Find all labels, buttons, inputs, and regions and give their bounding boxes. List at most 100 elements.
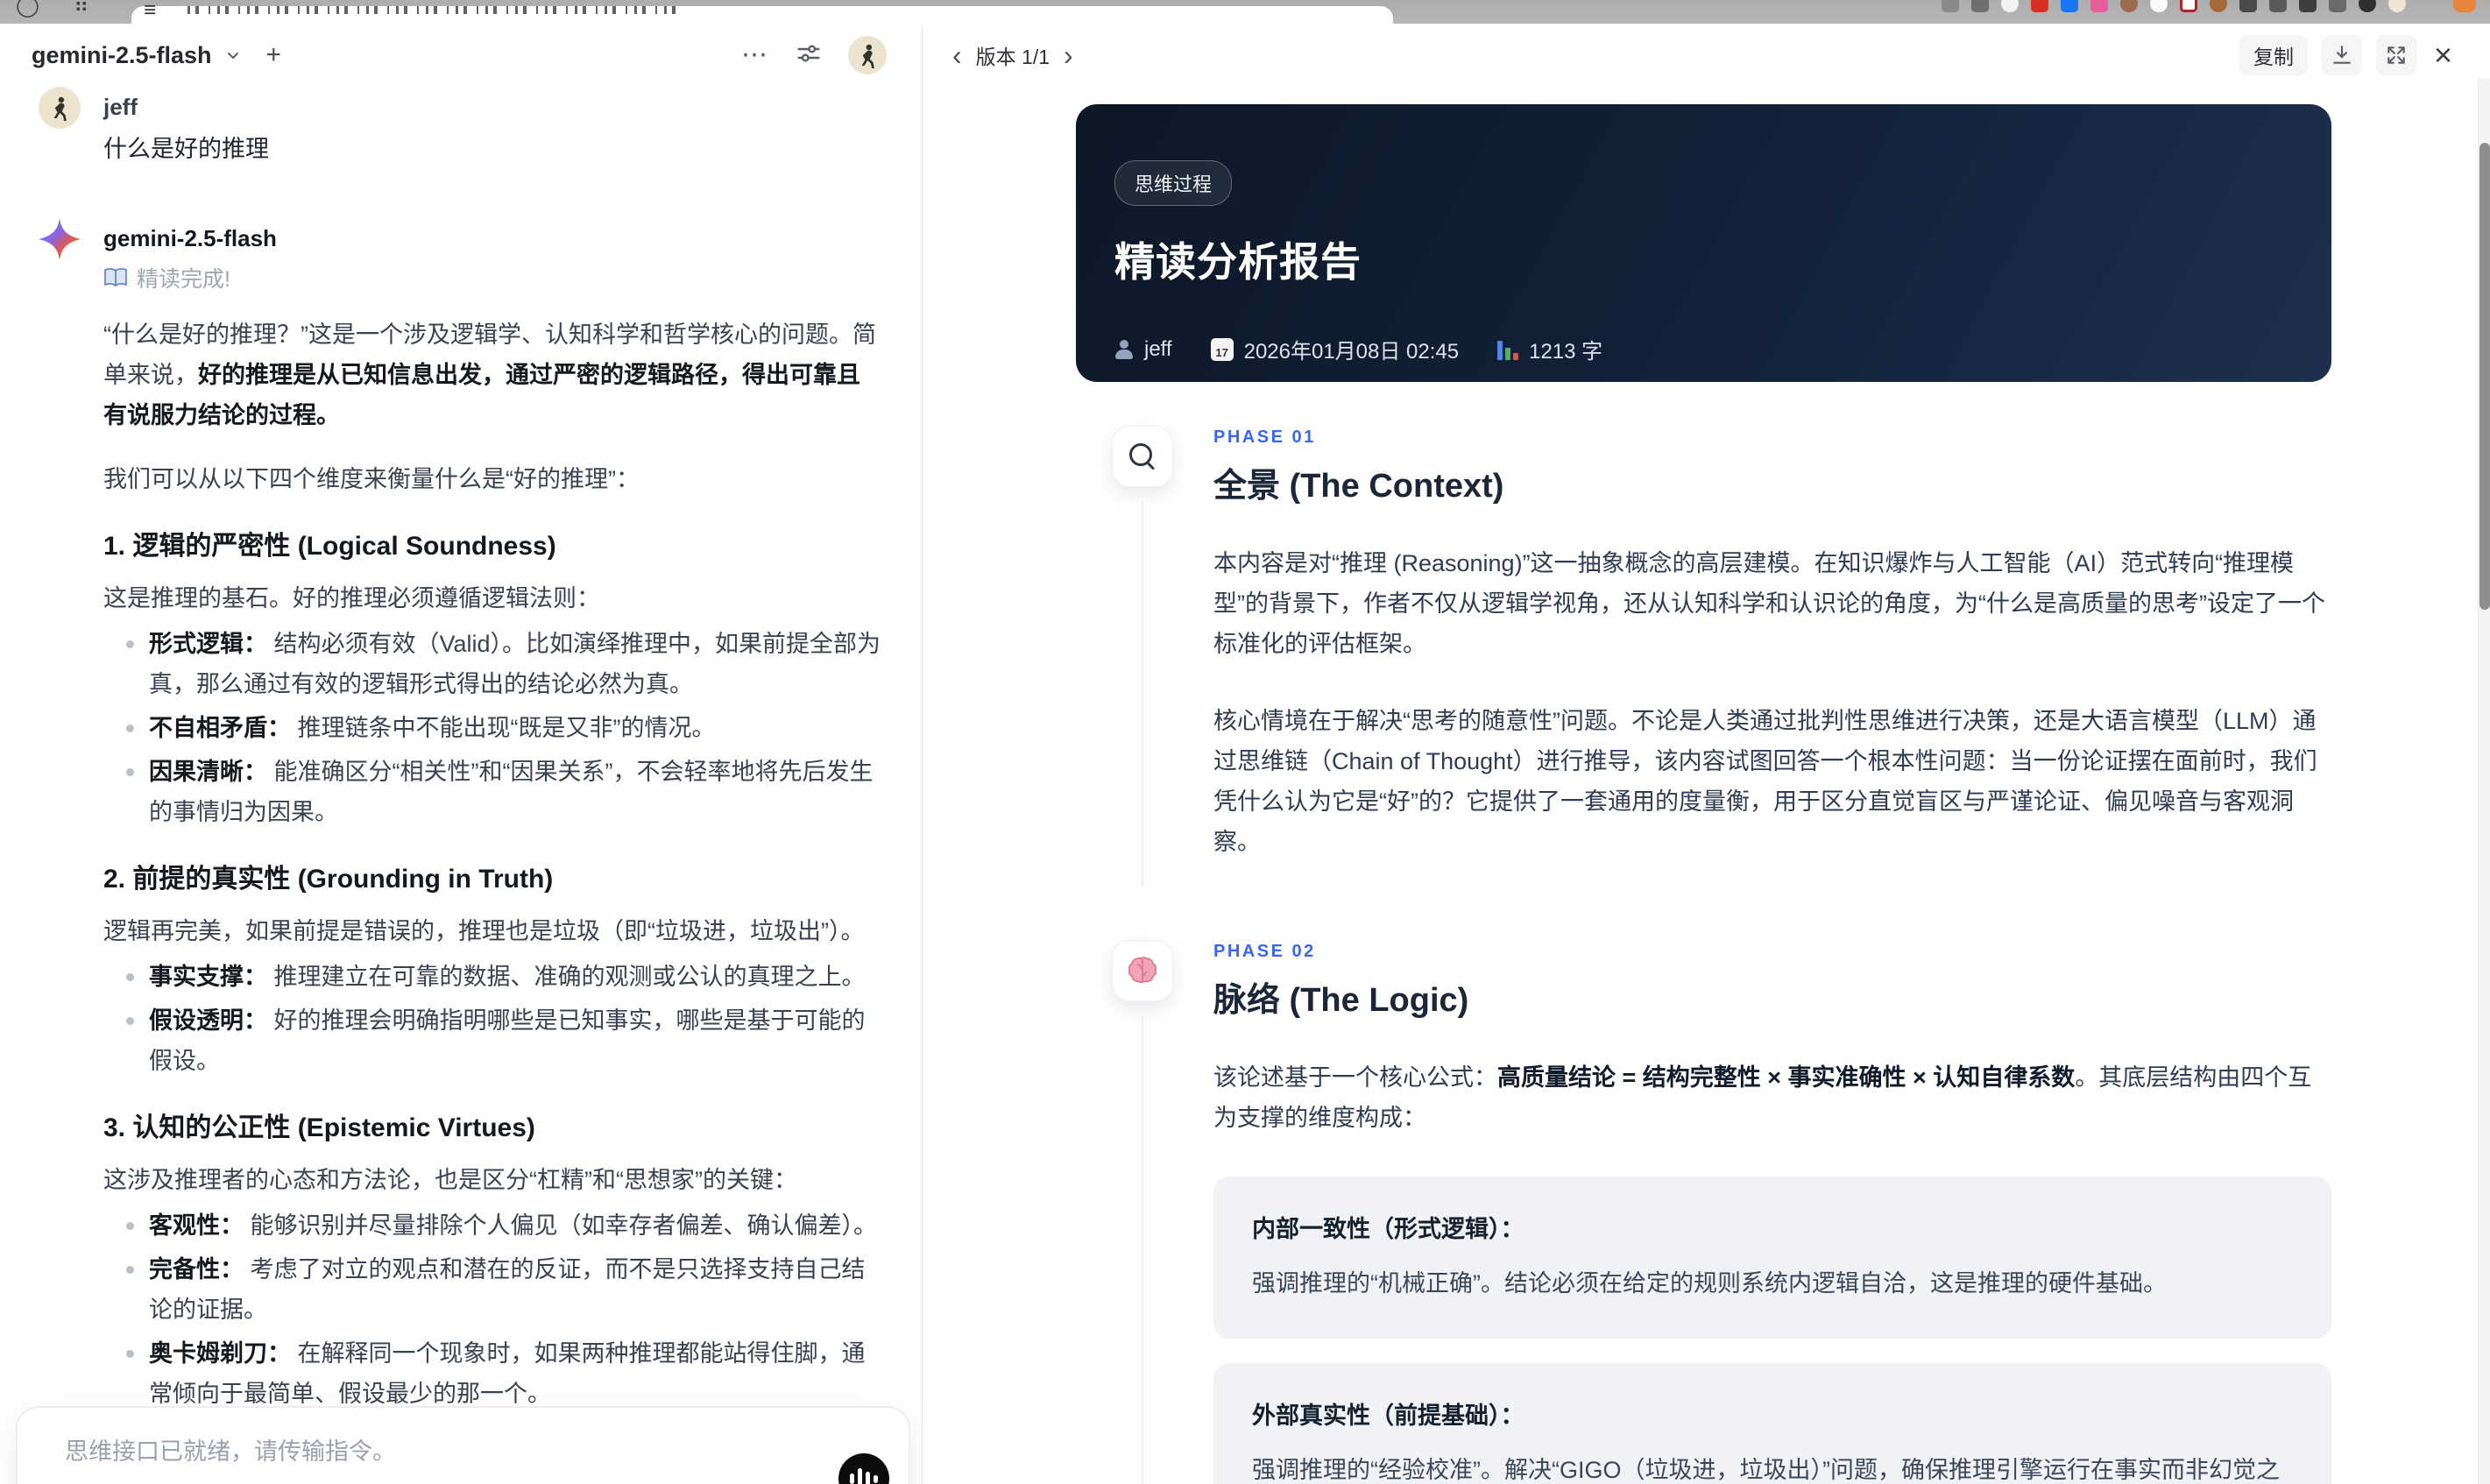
message-author: gemini-2.5-flash — [103, 225, 277, 251]
phase-section-2: PHASE 02 脉络 (The Logic) 该论述基于一个核心公式：高质量结… — [1076, 940, 2331, 1484]
assistant-intro-2: 我们可以从以下四个维度来衡量什么是“好的推理”： — [103, 466, 640, 492]
phase-section-1: PHASE 01 全景 (The Context) 本内容是对“推理 (Reas… — [1076, 426, 2331, 886]
chevron-down-icon[interactable] — [224, 46, 242, 64]
more-options-icon[interactable]: ⋯ — [741, 42, 769, 68]
section-heading: 2. 前提的真实性 (Grounding in Truth) — [103, 865, 554, 894]
extension-icon[interactable] — [2269, 0, 2287, 12]
list-item: 完备性： 考虑了对立的观点和潜在的反证，而不是只选择支持自己结论的证据。 — [103, 1249, 883, 1330]
section-heading: 1. 逻辑的严密性 (Logical Soundness) — [103, 532, 556, 561]
section-lead: 这是推理的基石。好的推理必须遵循逻辑法则： — [103, 585, 600, 611]
version-nav: ‹ 版本 1/1 › — [952, 40, 1073, 70]
list-item: 客观性： 能够识别并尽量排除个人偏见（如幸存者偏差、确认偏差）。 — [103, 1205, 883, 1246]
version-label: 版本 1/1 — [975, 46, 1050, 68]
chat-panel: gemini-2.5-flash + ⋯ jeff 什么是好的推理 gemini… — [0, 24, 922, 1484]
list-item: 不自相矛盾： 推理链条中不能出现“既是又非”的情况。 — [103, 708, 883, 748]
list-item: 因果清晰： 能准确区分“相关性”和“因果关系”，不会轻率地将先后发生的事情归为因… — [103, 752, 883, 832]
artifact-toolbar: ‹ 版本 1/1 › 复制 × — [923, 24, 2490, 87]
previous-version-button[interactable]: ‹ — [952, 41, 962, 69]
extension-icon[interactable] — [2090, 0, 2108, 12]
user-message: jeff 什么是好的推理 — [39, 87, 883, 169]
section-lead: 逻辑再完美，如果前提是错误的，推理也是垃圾（即“垃圾进，垃圾出”）。 — [103, 918, 865, 944]
bullet-list: 客观性： 能够识别并尽量排除个人偏见（如幸存者偏差、确认偏差）。 完备性： 考虑… — [103, 1205, 883, 1414]
calendar-icon: 17 — [1210, 337, 1234, 361]
extension-icon[interactable] — [2150, 0, 2168, 12]
dimension-card: 外部真实性（前提基础）： 强调推理的“经验校准”。解决“GIGO（垃圾进，垃圾出… — [1213, 1363, 2331, 1484]
extension-icon[interactable] — [2359, 0, 2376, 12]
composer-placeholder[interactable]: 思维接口已就绪，请传输指令。 — [65, 1432, 909, 1466]
phase-title: 脉络 (The Logic) — [1213, 982, 1469, 1019]
download-icon[interactable] — [2321, 35, 2362, 75]
magnifier-icon — [1112, 426, 1173, 487]
model-title[interactable]: gemini-2.5-flash — [32, 42, 212, 69]
status-line: 精读完成! — [103, 262, 883, 293]
user-avatar[interactable] — [848, 36, 887, 74]
chat-header: gemini-2.5-flash + ⋯ — [0, 24, 922, 87]
artifact-panel: ‹ 版本 1/1 › 复制 × 思维过程 精读分析报告 jeff 17 2026… — [922, 24, 2490, 1484]
phase-paragraph: 本内容是对“推理 (Reasoning)”这一抽象概念的高层建模。在知识爆炸与人… — [1213, 550, 2325, 657]
new-chat-button[interactable]: + — [266, 42, 282, 68]
card-body: 强调推理的“机械正确”。结论必须在给定的规则系统内逻辑自洽，这是推理的硬件基础。 — [1252, 1270, 2167, 1297]
extension-icon[interactable] — [1942, 0, 1959, 12]
list-item: 形式逻辑： 结构必须有效（Valid）。比如演绎推理中，如果前提全部为真，那么通… — [103, 624, 883, 704]
section-lead: 这涉及推理者的心态和方法论，也是区分“杠精”和“思想家”的关键： — [103, 1167, 797, 1193]
message-text: 什么是好的推理 — [103, 136, 269, 162]
phase-paragraph: 核心情境在于解决“思考的随意性”问题。不论是人类通过批判性思维进行决策，还是大语… — [1213, 708, 2317, 855]
extension-icon[interactable] — [2329, 0, 2346, 12]
status-text: 精读完成! — [137, 267, 230, 292]
reload-icon[interactable]: ◯ — [16, 0, 39, 18]
extension-strip — [1942, 0, 2476, 12]
brain-icon — [1112, 940, 1173, 1001]
bar-chart-icon — [1497, 339, 1519, 360]
card-title: 外部真实性（前提基础）： — [1252, 1403, 1524, 1429]
report-title: 精读分析报告 — [1114, 239, 1362, 285]
extension-icon[interactable] — [2239, 0, 2257, 12]
next-version-button[interactable]: › — [1064, 41, 1073, 69]
extension-icon[interactable] — [2120, 0, 2138, 12]
assistant-intro: “什么是好的推理？”这是一个涉及逻辑学、认知科学和哲学核心的问题。简单来说，好的… — [103, 322, 876, 428]
phase-label: PHASE 02 — [1213, 942, 1316, 961]
card-body: 强调推理的“经验校准”。解决“GIGO（垃圾进，垃圾出）”问题，确保推理引擎运行… — [1252, 1457, 2280, 1483]
settings-sliders-icon[interactable] — [796, 40, 822, 71]
meta-author: jeff — [1114, 337, 1172, 362]
phase-title: 全景 (The Context) — [1213, 468, 1504, 505]
extension-icon[interactable] — [2001, 0, 2019, 12]
meta-datetime: 17 2026年01月08日 02:45 — [1210, 334, 1459, 364]
book-icon — [103, 267, 128, 288]
scrollbar-track[interactable] — [2478, 79, 2490, 1484]
list-item: 奥卡姆剃刀： 在解释同一个现象时，如果两种推理都能站得住脚，通常倾向于最简单、假… — [103, 1333, 883, 1414]
profile-avatar-icon[interactable] — [2388, 0, 2406, 12]
extension-icon[interactable] — [1971, 0, 1989, 12]
copy-button[interactable]: 复制 — [2239, 35, 2308, 75]
address-bar[interactable]: ≡ — [131, 0, 1393, 24]
extension-icon[interactable] — [2299, 0, 2317, 12]
artifact-actions: 复制 × — [2239, 35, 2452, 75]
bullet-list: 形式逻辑： 结构必须有效（Valid）。比如演绎推理中，如果前提全部为真，那么通… — [103, 624, 883, 832]
hero-badge: 思维过程 — [1114, 160, 1233, 206]
bullet-list: 事实支撑： 推理建立在可靠的数据、准确的观测或公认的真理之上。 假设透明： 好的… — [103, 957, 883, 1081]
report-hero-card: 思维过程 精读分析报告 jeff 17 2026年01月08日 02:45 12… — [1076, 104, 2331, 382]
assistant-message: gemini-2.5-flash 精读完成! “什么是好的推理？”这是一个涉及逻… — [39, 218, 883, 1484]
composer[interactable]: 思维接口已就绪，请传输指令。 + — [16, 1406, 910, 1484]
meta-word-count: 1213 字 — [1497, 334, 1602, 364]
extension-icon[interactable] — [2210, 0, 2227, 12]
app-window: ◯ ⠿ ≡ gemini-2.5-flash + ⋯ jeff 什么是好的推理 … — [0, 0, 2490, 1484]
extension-icon[interactable] — [2031, 0, 2048, 12]
message-author: jeff — [103, 94, 138, 120]
browser-toolbar: ◯ ⠿ ≡ — [0, 0, 2490, 24]
close-icon[interactable]: × — [2434, 39, 2452, 71]
apps-grid-icon[interactable]: ⠿ — [74, 0, 91, 18]
artifact-body[interactable]: 思维过程 精读分析报告 jeff 17 2026年01月08日 02:45 12… — [923, 87, 2490, 1484]
extension-icon[interactable] — [2453, 0, 2476, 12]
extension-icon[interactable] — [2061, 0, 2078, 12]
list-item: 假设透明： 好的推理会明确指明哪些是已知事实，哪些是基于可能的假设。 — [103, 1000, 883, 1081]
menu-icon[interactable]: ≡ — [144, 0, 156, 23]
scrollbar-thumb[interactable] — [2479, 143, 2490, 610]
report-meta: jeff 17 2026年01月08日 02:45 1213 字 — [1114, 334, 2293, 364]
message-list[interactable]: jeff 什么是好的推理 gemini-2.5-flash 精读完成! “什么是… — [0, 87, 922, 1484]
expand-fullscreen-icon[interactable] — [2375, 35, 2416, 75]
extension-icon[interactable] — [2180, 0, 2197, 12]
dimension-card: 内部一致性（形式逻辑）： 强调推理的“机械正确”。结论必须在给定的规则系统内逻辑… — [1213, 1177, 2331, 1339]
user-avatar — [39, 87, 81, 129]
url-text-clipped — [187, 6, 678, 14]
phase-paragraph: 该论述基于一个核心公式：高质量结论 = 结构完整性 × 事实准确性 × 认知自律… — [1213, 1064, 2312, 1131]
